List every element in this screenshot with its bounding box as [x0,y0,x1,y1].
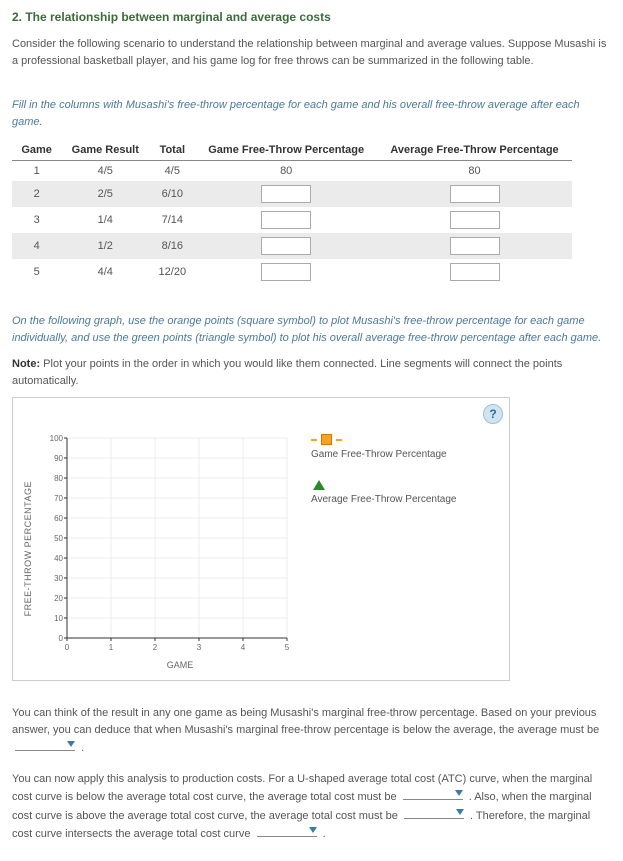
cell: 4/5 [149,161,195,182]
table-row: 31/47/14 [12,207,572,233]
cell: 80 [195,161,377,182]
svg-text:40: 40 [54,554,63,563]
svg-text:2: 2 [153,643,158,652]
cell [195,181,377,207]
cell: 8/16 [149,233,195,259]
cell: 4 [12,233,61,259]
cell: 1 [12,161,61,182]
cell [195,207,377,233]
svg-text:0: 0 [65,643,70,652]
dropdown-atc-above[interactable] [404,806,464,819]
svg-text:10: 10 [54,614,63,623]
cell: 2/5 [61,181,149,207]
cell: 5 [12,259,61,285]
help-icon[interactable]: ? [483,404,503,424]
table-row: 22/56/10 [12,181,572,207]
paragraph-atc: You can now apply this analysis to produ… [12,771,611,843]
svg-text:100: 100 [50,434,64,443]
cell: 4/4 [61,259,149,285]
cell [377,233,572,259]
cell [377,207,572,233]
svg-text:30: 30 [54,574,63,583]
legend-avg-ft-label: Average Free-Throw Percentage [311,494,456,505]
svg-text:0: 0 [59,634,64,643]
triangle-icon [313,480,325,490]
cell: 2 [12,181,61,207]
svg-text:60: 60 [54,514,63,523]
gftp-input[interactable] [261,263,311,281]
svg-text:80: 80 [54,474,63,483]
table-row: 54/412/20 [12,259,572,285]
cell [195,233,377,259]
cell: 12/20 [149,259,195,285]
intro-text: Consider the following scenario to under… [12,36,611,69]
svg-text:4: 4 [241,643,246,652]
dropdown-atc-below[interactable] [403,787,463,800]
cell: 7/14 [149,207,195,233]
table-row: 41/28/16 [12,233,572,259]
svg-text:50: 50 [54,534,63,543]
cell: 4/5 [61,161,149,182]
note-line: Note: Plot your points in the order in w… [12,356,611,389]
legend-game-ft[interactable] [311,434,456,445]
svg-text:90: 90 [54,454,63,463]
svg-text:20: 20 [54,594,63,603]
svg-text:3: 3 [197,643,202,652]
th-aftp: Average Free-Throw Percentage [377,140,572,161]
aftp-input[interactable] [450,237,500,255]
th-gftp: Game Free-Throw Percentage [195,140,377,161]
cell [195,259,377,285]
cell: 6/10 [149,181,195,207]
freethrow-table: Game Game Result Total Game Free-Throw P… [12,140,572,285]
dropdown-intersect[interactable] [257,824,317,837]
gftp-input[interactable] [261,237,311,255]
th-total: Total [149,140,195,161]
svg-text:5: 5 [285,643,290,652]
legend-avg-ft[interactable] [311,480,456,490]
note-text: Plot your points in the order in which y… [12,358,562,387]
plot-area[interactable]: 1009080706050403020100 012345 [37,428,297,658]
th-result: Game Result [61,140,149,161]
aftp-input[interactable] [450,263,500,281]
para2a: You can think of the result in any one g… [12,707,599,736]
gftp-input[interactable] [261,185,311,203]
aftp-input[interactable] [450,211,500,229]
cell [377,259,572,285]
dropdown-avg-direction[interactable] [15,738,75,751]
cell: 1/2 [61,233,149,259]
table-instruction: Fill in the columns with Musashi's free-… [12,97,611,130]
cell: 1/4 [61,207,149,233]
square-icon [321,434,332,445]
cell: 3 [12,207,61,233]
th-game: Game [12,140,61,161]
y-axis-label: FREE-THROW PERCENTAGE [23,481,33,616]
legend: Game Free-Throw Percentage Average Free-… [311,428,456,505]
svg-text:70: 70 [54,494,63,503]
paragraph-marginal: You can think of the result in any one g… [12,705,611,757]
para3d: . [323,828,326,840]
svg-text:1: 1 [109,643,114,652]
aftp-input[interactable] [450,185,500,203]
gftp-input[interactable] [261,211,311,229]
cell [377,181,572,207]
graph-instruction: On the following graph, use the orange p… [12,313,611,346]
question-title: 2. The relationship between marginal and… [12,10,611,24]
cell: 80 [377,161,572,182]
x-axis-label: GAME [65,660,295,670]
para2b: . [81,742,84,754]
note-label: Note: [12,358,40,370]
chart-container: ? FREE-THROW PERCENTAGE 1009080706050403… [12,397,510,681]
legend-game-ft-label: Game Free-Throw Percentage [311,449,456,460]
table-row: 14/54/58080 [12,161,572,182]
